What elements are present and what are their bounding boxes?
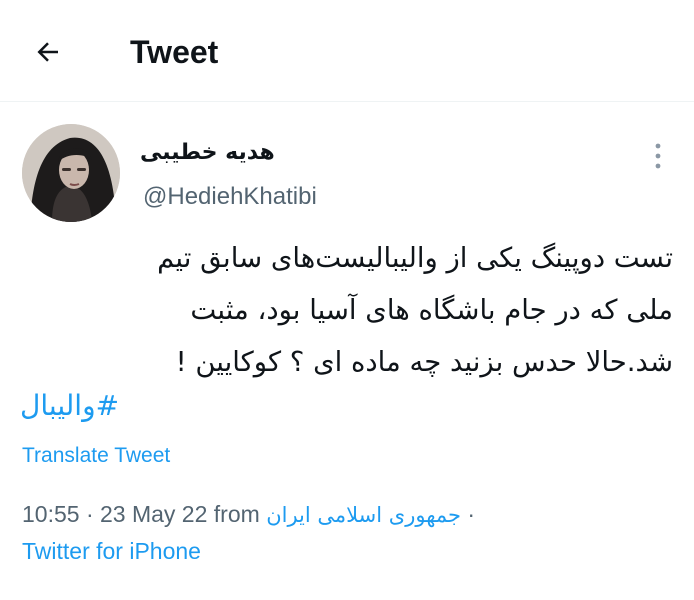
author-handle[interactable]: @HediehKhatibi xyxy=(143,182,317,212)
tweet-text-line: ملی که در جام باشگاه های آسیا بود، مثبت xyxy=(190,294,673,326)
tweet-timestamp[interactable]: 10:55 · 23 May 22 from xyxy=(22,501,260,527)
translate-tweet-link[interactable]: Translate Tweet xyxy=(22,441,170,471)
profile-photo xyxy=(22,124,120,222)
back-button[interactable] xyxy=(26,30,70,74)
tweet-text-line: تست دوپینگ یکی از والیبالیست‌های سابق تی… xyxy=(157,242,673,274)
tweet-source-link[interactable]: Twitter for iPhone xyxy=(22,534,201,568)
page-title: Tweet xyxy=(130,34,219,70)
location-link[interactable]: جمهوری اسلامی ایران xyxy=(266,503,461,527)
top-bar: Tweet xyxy=(0,0,694,102)
vertical-ellipsis-icon xyxy=(655,143,661,169)
tweet-text: تست دوپینگ یکی از والیبالیست‌های سابق تی… xyxy=(18,232,673,388)
arrow-left-icon xyxy=(37,42,58,62)
meta-separator: · xyxy=(467,501,476,527)
hashtag-link[interactable]: #والیبال xyxy=(20,380,320,432)
tweet-meta: 10:55 · 23 May 22 from جمهوری اسلامی ایر… xyxy=(22,497,475,532)
hashtag-text: #والیبال xyxy=(20,389,120,422)
author-display-name[interactable]: هدیه خطیبی xyxy=(140,138,275,168)
more-options-button[interactable] xyxy=(640,138,676,174)
avatar[interactable] xyxy=(22,124,120,222)
